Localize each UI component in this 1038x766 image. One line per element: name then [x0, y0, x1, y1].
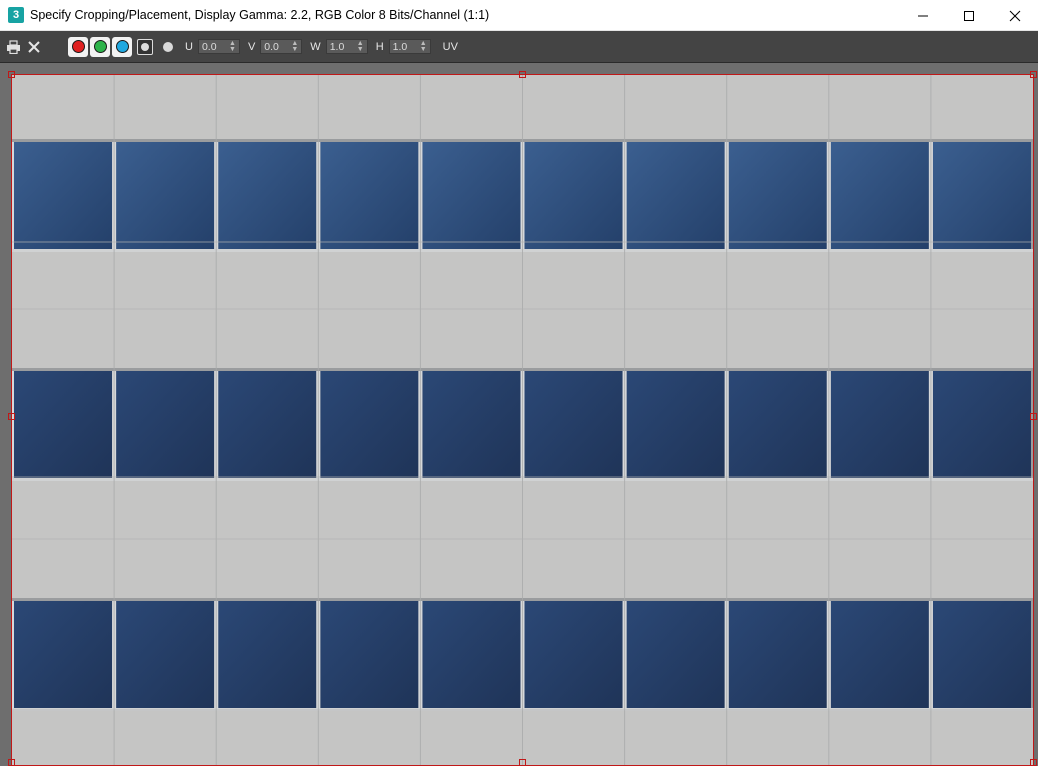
glass-pane: [728, 601, 827, 708]
green-channel-icon: [93, 40, 107, 53]
glass-pane: [830, 601, 929, 708]
glass-pane: [524, 601, 623, 708]
glass-pane: [626, 142, 725, 249]
green-channel-toggle[interactable]: [90, 36, 110, 57]
v-value: 0.0: [264, 40, 279, 53]
glass-pane: [14, 371, 113, 478]
glass-pane: [218, 371, 317, 478]
glass-pane: [320, 371, 419, 478]
h-spinner[interactable]: 1.0 ▲ ▼: [388, 39, 431, 54]
glass-pane: [422, 601, 521, 708]
print-button[interactable]: [5, 39, 21, 55]
monochrome-icon[interactable]: [163, 41, 173, 52]
glass-pane: [524, 142, 623, 249]
glass-pane: [218, 601, 317, 708]
glass-pane: [320, 142, 419, 249]
crop-handle-top-left[interactable]: [8, 71, 15, 78]
uv-mode-toggle[interactable]: UV: [443, 41, 458, 53]
alpha-channel-icon: [141, 42, 149, 51]
glass-pane: [524, 371, 623, 478]
glass-pane: [626, 601, 725, 708]
app-icon: 3: [8, 7, 24, 23]
glass-pane: [116, 142, 215, 249]
toolbar: U 0.0 ▲ ▼ V 0.0 ▲ ▼ W 1.0 ▲ ▼ H 1.0 ▲ ▼ UV: [0, 31, 1038, 63]
w-label: W: [310, 40, 321, 53]
crop-handle-top[interactable]: [519, 71, 526, 78]
glass-pane: [932, 142, 1031, 249]
printer-icon: [6, 39, 20, 54]
v-label: V: [247, 40, 256, 53]
minimize-icon: [918, 15, 928, 16]
minimize-button[interactable]: [900, 0, 946, 31]
glass-pane: [14, 142, 113, 249]
crop-handle-top-right[interactable]: [1030, 71, 1037, 78]
maximize-icon: [964, 10, 974, 21]
crop-handle-bottom-right[interactable]: [1030, 759, 1037, 766]
blue-channel-toggle[interactable]: [112, 36, 132, 57]
crop-handle-bottom-left[interactable]: [8, 759, 15, 766]
h-value: 1.0: [392, 40, 408, 53]
spinner-arrows-icon[interactable]: ▲ ▼: [229, 40, 236, 53]
red-channel-toggle[interactable]: [68, 36, 88, 57]
spinner-arrows-icon[interactable]: ▲ ▼: [357, 40, 364, 53]
maximize-button[interactable]: [946, 0, 992, 31]
u-label: U: [185, 40, 193, 53]
mullion: [12, 371, 14, 478]
spinner-arrows-icon[interactable]: ▲ ▼: [420, 40, 427, 53]
glass-pane: [422, 142, 521, 249]
u-value: 0.0: [201, 40, 217, 53]
h-label: H: [375, 40, 384, 53]
mullion: [12, 142, 14, 249]
image-viewport[interactable]: [0, 63, 1038, 766]
glass-pane: [116, 371, 215, 478]
glass-pane: [14, 601, 113, 708]
close-button[interactable]: [992, 0, 1038, 31]
mullion: [12, 601, 14, 708]
glass-pane: [116, 601, 215, 708]
red-channel-icon: [71, 40, 85, 53]
w-spinner[interactable]: 1.0 ▲ ▼: [325, 39, 368, 54]
glass-pane: [728, 142, 827, 249]
window-controls: [900, 0, 1038, 31]
title-bar: 3 Specify Cropping/Placement, Display Ga…: [0, 0, 1038, 31]
crop-handle-right[interactable]: [1030, 413, 1037, 420]
building-facade-image: [12, 75, 1033, 765]
x-icon: [28, 40, 40, 53]
close-icon: [1009, 10, 1021, 21]
crop-handle-bottom[interactable]: [519, 759, 526, 766]
blue-channel-icon: [115, 40, 129, 53]
texture-image: [12, 75, 1033, 765]
crop-handle-left[interactable]: [8, 413, 15, 420]
glass-pane: [728, 371, 827, 478]
glass-pane: [320, 601, 419, 708]
alpha-channel-toggle[interactable]: [137, 38, 153, 55]
w-value: 1.0: [329, 40, 345, 53]
glass-pane: [932, 371, 1031, 478]
glass-pane: [932, 601, 1031, 708]
glass-pane: [422, 371, 521, 478]
glass-pane: [830, 142, 929, 249]
spinner-arrows-icon[interactable]: ▲ ▼: [291, 40, 298, 53]
glass-pane: [218, 142, 317, 249]
clear-button[interactable]: [26, 39, 42, 55]
glass-pane: [626, 371, 725, 478]
glass-pane: [830, 371, 929, 478]
window-title: Specify Cropping/Placement, Display Gamm…: [30, 8, 490, 22]
v-spinner[interactable]: 0.0 ▲ ▼: [260, 39, 303, 54]
u-spinner[interactable]: 0.0 ▲ ▼: [197, 39, 240, 54]
